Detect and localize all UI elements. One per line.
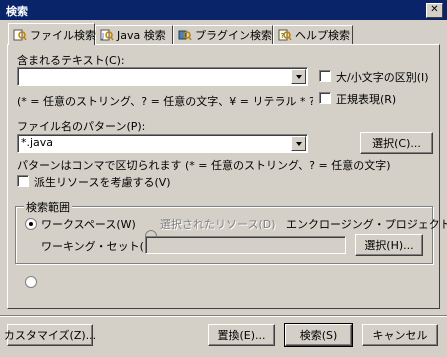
file-pattern-dropdown-button[interactable] — [291, 136, 306, 151]
plugin-search-icon — [178, 28, 192, 42]
file-pattern-input[interactable]: *.java — [17, 134, 308, 153]
working-set-field[interactable] — [145, 236, 346, 254]
containing-text-input[interactable] — [17, 67, 308, 86]
window-title: 検索 — [6, 5, 28, 18]
containing-text-hint: (* = 任意のストリング、? = 任意の文字、¥ = リテラル * ? ¥ の… — [17, 95, 313, 108]
customize-button[interactable]: カスタマイズ(Z)... — [4, 324, 96, 346]
case-sensitive-checkbox[interactable] — [319, 70, 331, 82]
chevron-down-icon — [295, 74, 302, 79]
choose-working-set-button[interactable]: 選択(H)... — [355, 234, 423, 256]
java-search-icon: J — [100, 28, 114, 42]
scope-working-set-radio[interactable] — [25, 276, 37, 288]
scope-selected-resources-label: 選択されたリソース(D) — [160, 218, 276, 231]
scope-enclosing-projects-label: エンクロージング・プロジェクト(J) — [286, 218, 447, 231]
tab-help-search[interactable]: ? ヘルプ検索 — [273, 25, 353, 44]
tab-label: プラグイン検索 — [195, 29, 272, 42]
cancel-button[interactable]: キャンセル — [362, 324, 438, 346]
footer-separator — [0, 315, 447, 317]
tab-java-search[interactable]: J Java 検索 — [95, 25, 173, 44]
file-search-icon — [13, 28, 27, 42]
file-pattern-value: *.java — [21, 136, 54, 149]
case-sensitive-label: 大/小文字の区別(I) — [336, 71, 429, 84]
tab-label: Java 検索 — [117, 29, 166, 42]
scope-workspace-radio[interactable] — [25, 218, 37, 230]
derived-resources-label: 派生リソースを考慮する(V) — [34, 176, 171, 189]
tab-plugin-search[interactable]: プラグイン検索 — [173, 25, 273, 44]
scope-legend: 検索範囲 — [24, 199, 72, 215]
derived-resources-checkbox[interactable] — [17, 175, 29, 187]
containing-text-dropdown-button[interactable] — [291, 69, 306, 84]
svg-text:J: J — [101, 32, 104, 40]
containing-text-label: 含まれるテキスト(C): — [17, 54, 125, 67]
chevron-down-icon — [295, 141, 302, 146]
replace-button[interactable]: 置換(E)... — [208, 324, 275, 346]
tab-label: ファイル検索 — [30, 28, 96, 42]
close-button[interactable]: ✕ — [426, 3, 443, 18]
file-pattern-hint: パターンはコンマで区切られます (* = 任意のストリング、? = 任意の文字) — [17, 159, 391, 172]
choose-file-types-button[interactable]: 選択(C)... — [360, 132, 433, 154]
regex-label: 正規表現(R) — [336, 93, 397, 106]
tab-label: ヘルプ検索 — [295, 29, 350, 42]
scope-working-set-label: ワーキング・セット(K): — [41, 240, 160, 253]
scope-workspace-label: ワークスペース(W) — [41, 218, 136, 231]
title-bar — [0, 0, 447, 20]
file-pattern-label: ファイル名のパターン(P): — [17, 120, 146, 133]
tab-file-search[interactable]: ファイル検索 — [8, 23, 96, 45]
regex-checkbox[interactable] — [319, 92, 331, 104]
search-button[interactable]: 検索(S) — [284, 323, 353, 347]
help-search-icon: ? — [278, 28, 292, 42]
